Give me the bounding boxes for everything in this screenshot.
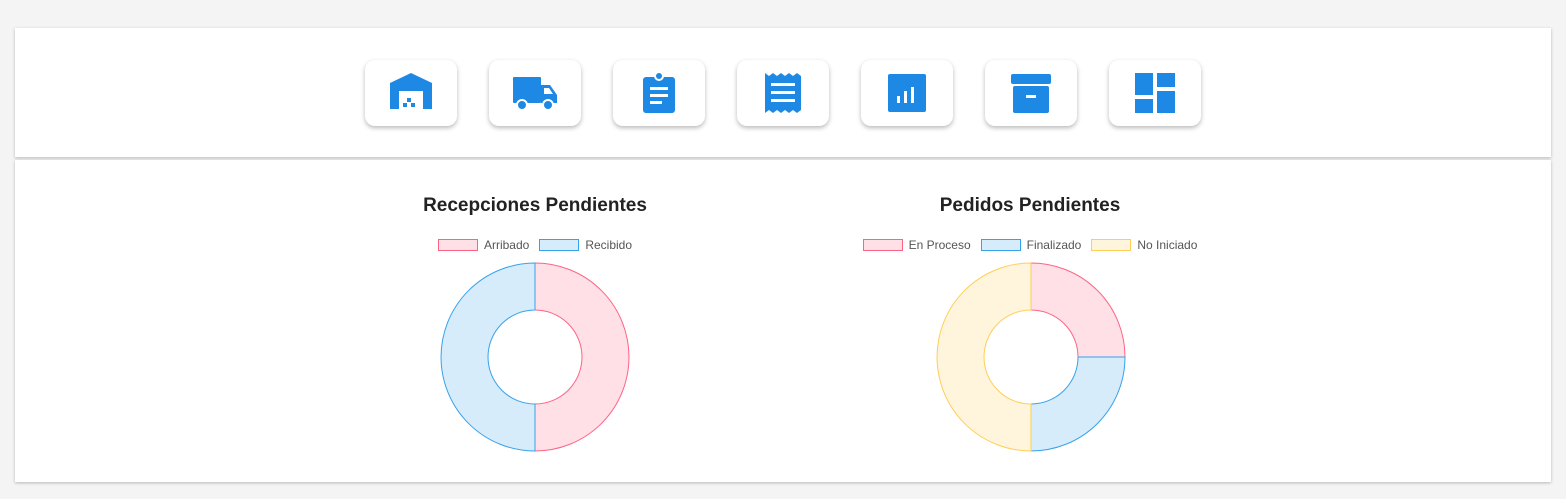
legend-swatch (539, 239, 580, 251)
receipt-icon (765, 73, 801, 113)
shipping-button[interactable] (489, 60, 581, 126)
legend-label: En Proceso (908, 238, 971, 252)
legend-swatch (980, 239, 1021, 251)
legend-swatch (862, 239, 903, 251)
warehouse-button[interactable] (365, 60, 457, 126)
assignment-button[interactable] (613, 60, 705, 126)
slice-arribado[interactable] (534, 262, 630, 452)
slice-finalizado[interactable] (1030, 356, 1126, 452)
legend-recepciones: Arribado Recibido (305, 238, 765, 252)
clipboard-icon (643, 71, 675, 113)
truck-icon (513, 77, 557, 111)
slice-en-proceso[interactable] (1030, 262, 1126, 358)
legend-swatch (1091, 239, 1132, 251)
legend-label: Recibido (585, 238, 633, 252)
chart-title-recepciones: Recepciones Pendientes (423, 195, 647, 216)
legend-swatch (437, 239, 478, 251)
slice-recibido[interactable] (440, 262, 536, 452)
bar-chart-icon (888, 74, 926, 112)
legend-label: No Iniciado (1137, 238, 1198, 252)
toolbar-card (15, 28, 1551, 157)
reports-button[interactable] (861, 60, 953, 126)
receipt-button[interactable] (737, 60, 829, 126)
doughnut-chart-recepciones (440, 262, 630, 452)
archive-icon (1011, 74, 1051, 113)
legend-item-no-iniciado[interactable]: No Iniciado (1091, 238, 1197, 252)
legend-item-en-proceso[interactable]: En Proceso (862, 238, 971, 252)
archive-button[interactable] (985, 60, 1077, 126)
legend-item-finalizado[interactable]: Finalizado (980, 238, 1082, 252)
legend-item-arribado[interactable]: Arribado (437, 238, 530, 252)
chart-title-pedidos: Pedidos Pendientes (939, 195, 1121, 216)
legend-label: Arribado (483, 238, 530, 252)
legend-item-recibido[interactable]: Recibido (539, 238, 632, 252)
warehouse-icon (390, 73, 432, 109)
legend-pedidos: En Proceso Finalizado No Iniciado (800, 238, 1260, 252)
legend-label: Finalizado (1026, 238, 1082, 252)
doughnut-chart-pedidos (936, 262, 1126, 452)
dashboard-button[interactable] (1109, 60, 1201, 126)
charts-card: Recepciones Pendientes Arribado Recibido… (15, 160, 1551, 482)
slice-no-iniciado[interactable] (936, 262, 1032, 452)
dashboard-icon (1135, 73, 1175, 113)
